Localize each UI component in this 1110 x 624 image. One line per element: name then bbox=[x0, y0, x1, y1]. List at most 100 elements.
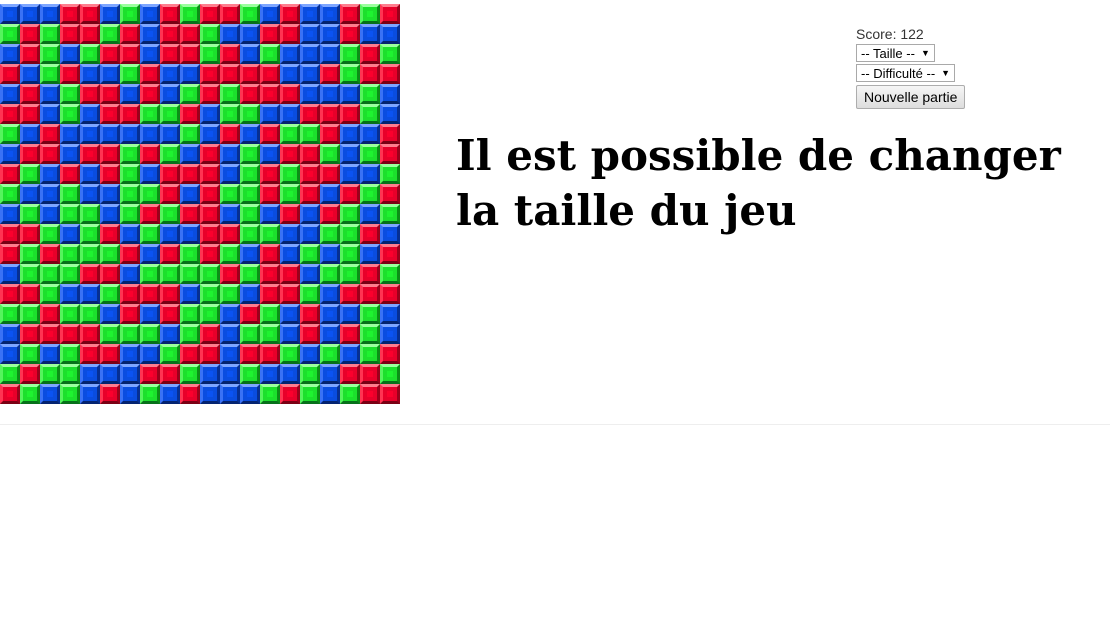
red-tile[interactable] bbox=[340, 284, 360, 304]
red-tile[interactable] bbox=[160, 44, 180, 64]
blue-tile[interactable] bbox=[100, 124, 120, 144]
red-tile[interactable] bbox=[80, 24, 100, 44]
green-tile[interactable] bbox=[40, 284, 60, 304]
blue-tile[interactable] bbox=[280, 224, 300, 244]
green-tile[interactable] bbox=[160, 104, 180, 124]
green-tile[interactable] bbox=[60, 264, 80, 284]
green-tile[interactable] bbox=[280, 344, 300, 364]
green-tile[interactable] bbox=[40, 224, 60, 244]
blue-tile[interactable] bbox=[40, 384, 60, 404]
red-tile[interactable] bbox=[100, 144, 120, 164]
blue-tile[interactable] bbox=[0, 44, 20, 64]
red-tile[interactable] bbox=[20, 104, 40, 124]
red-tile[interactable] bbox=[340, 184, 360, 204]
green-tile[interactable] bbox=[100, 324, 120, 344]
red-tile[interactable] bbox=[120, 104, 140, 124]
red-tile[interactable] bbox=[240, 344, 260, 364]
blue-tile[interactable] bbox=[260, 204, 280, 224]
red-tile[interactable] bbox=[40, 324, 60, 344]
red-tile[interactable] bbox=[140, 84, 160, 104]
blue-tile[interactable] bbox=[140, 164, 160, 184]
red-tile[interactable] bbox=[360, 284, 380, 304]
red-tile[interactable] bbox=[340, 104, 360, 124]
green-tile[interactable] bbox=[280, 124, 300, 144]
blue-tile[interactable] bbox=[360, 244, 380, 264]
game-board[interactable] bbox=[0, 4, 400, 404]
blue-tile[interactable] bbox=[180, 144, 200, 164]
red-tile[interactable] bbox=[20, 324, 40, 344]
green-tile[interactable] bbox=[340, 44, 360, 64]
red-tile[interactable] bbox=[20, 24, 40, 44]
blue-tile[interactable] bbox=[140, 304, 160, 324]
green-tile[interactable] bbox=[0, 184, 20, 204]
red-tile[interactable] bbox=[20, 364, 40, 384]
green-tile[interactable] bbox=[300, 124, 320, 144]
green-tile[interactable] bbox=[180, 124, 200, 144]
red-tile[interactable] bbox=[380, 244, 400, 264]
red-tile[interactable] bbox=[100, 384, 120, 404]
green-tile[interactable] bbox=[260, 304, 280, 324]
blue-tile[interactable] bbox=[240, 124, 260, 144]
blue-tile[interactable] bbox=[40, 164, 60, 184]
blue-tile[interactable] bbox=[300, 264, 320, 284]
red-tile[interactable] bbox=[100, 104, 120, 124]
green-tile[interactable] bbox=[320, 264, 340, 284]
green-tile[interactable] bbox=[380, 204, 400, 224]
red-tile[interactable] bbox=[180, 384, 200, 404]
red-tile[interactable] bbox=[300, 324, 320, 344]
red-tile[interactable] bbox=[260, 164, 280, 184]
red-tile[interactable] bbox=[360, 384, 380, 404]
green-tile[interactable] bbox=[0, 24, 20, 44]
red-tile[interactable] bbox=[140, 64, 160, 84]
blue-tile[interactable] bbox=[260, 4, 280, 24]
blue-tile[interactable] bbox=[300, 64, 320, 84]
red-tile[interactable] bbox=[160, 164, 180, 184]
blue-tile[interactable] bbox=[300, 224, 320, 244]
blue-tile[interactable] bbox=[320, 364, 340, 384]
green-tile[interactable] bbox=[240, 364, 260, 384]
red-tile[interactable] bbox=[340, 324, 360, 344]
red-tile[interactable] bbox=[380, 64, 400, 84]
blue-tile[interactable] bbox=[20, 64, 40, 84]
red-tile[interactable] bbox=[160, 24, 180, 44]
green-tile[interactable] bbox=[360, 184, 380, 204]
blue-tile[interactable] bbox=[200, 364, 220, 384]
green-tile[interactable] bbox=[40, 24, 60, 44]
green-tile[interactable] bbox=[140, 264, 160, 284]
green-tile[interactable] bbox=[140, 104, 160, 124]
red-tile[interactable] bbox=[0, 104, 20, 124]
blue-tile[interactable] bbox=[180, 224, 200, 244]
green-tile[interactable] bbox=[160, 264, 180, 284]
green-tile[interactable] bbox=[380, 44, 400, 64]
blue-tile[interactable] bbox=[80, 104, 100, 124]
blue-tile[interactable] bbox=[0, 264, 20, 284]
red-tile[interactable] bbox=[260, 24, 280, 44]
blue-tile[interactable] bbox=[160, 224, 180, 244]
red-tile[interactable] bbox=[20, 84, 40, 104]
blue-tile[interactable] bbox=[380, 84, 400, 104]
blue-tile[interactable] bbox=[360, 164, 380, 184]
green-tile[interactable] bbox=[140, 224, 160, 244]
green-tile[interactable] bbox=[340, 244, 360, 264]
red-tile[interactable] bbox=[320, 64, 340, 84]
blue-tile[interactable] bbox=[380, 24, 400, 44]
red-tile[interactable] bbox=[340, 4, 360, 24]
blue-tile[interactable] bbox=[40, 104, 60, 124]
green-tile[interactable] bbox=[160, 144, 180, 164]
blue-tile[interactable] bbox=[0, 4, 20, 24]
green-tile[interactable] bbox=[200, 264, 220, 284]
red-tile[interactable] bbox=[280, 204, 300, 224]
red-tile[interactable] bbox=[300, 144, 320, 164]
blue-tile[interactable] bbox=[300, 24, 320, 44]
blue-tile[interactable] bbox=[240, 284, 260, 304]
blue-tile[interactable] bbox=[140, 44, 160, 64]
red-tile[interactable] bbox=[0, 164, 20, 184]
green-tile[interactable] bbox=[120, 324, 140, 344]
green-tile[interactable] bbox=[20, 264, 40, 284]
green-tile[interactable] bbox=[260, 384, 280, 404]
green-tile[interactable] bbox=[60, 104, 80, 124]
red-tile[interactable] bbox=[280, 384, 300, 404]
red-tile[interactable] bbox=[280, 144, 300, 164]
blue-tile[interactable] bbox=[340, 124, 360, 144]
green-tile[interactable] bbox=[360, 344, 380, 364]
